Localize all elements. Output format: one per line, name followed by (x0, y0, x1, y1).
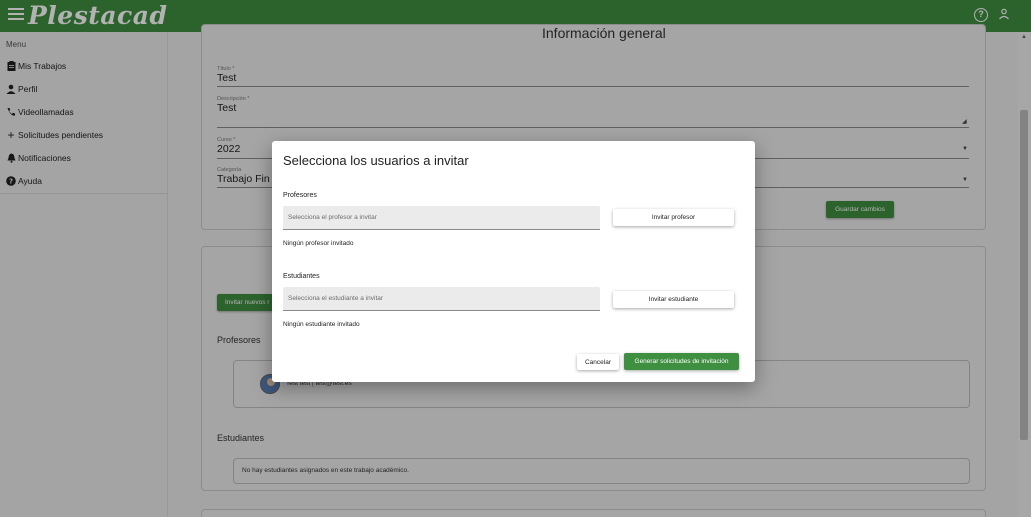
professor-select[interactable]: Selecciona el profesor a invitar (283, 206, 600, 230)
dialog-title: Selecciona los usuarios a invitar (283, 153, 469, 168)
generate-invitations-button[interactable]: Generar solicitudes de invitación (624, 353, 739, 370)
students-label: Estudiantes (283, 273, 320, 280)
invite-users-dialog: Selecciona los usuarios a invitar Profes… (272, 141, 755, 382)
professor-select-placeholder: Selecciona el profesor a invitar (288, 214, 377, 221)
invite-student-button[interactable]: Invitar estudiante (613, 291, 734, 308)
no-professor-invited-text: Ningún profesor invitado (283, 240, 354, 247)
student-select[interactable]: Selecciona el estudiante a invitar (283, 287, 600, 311)
invite-professor-button[interactable]: Invitar profesor (613, 209, 734, 226)
student-select-placeholder: Selecciona el estudiante a invitar (288, 295, 384, 302)
professors-label: Profesores (283, 192, 317, 199)
no-student-invited-text: Ningún estudiante invitado (283, 321, 360, 328)
cancel-button[interactable]: Cancelar (577, 354, 619, 370)
